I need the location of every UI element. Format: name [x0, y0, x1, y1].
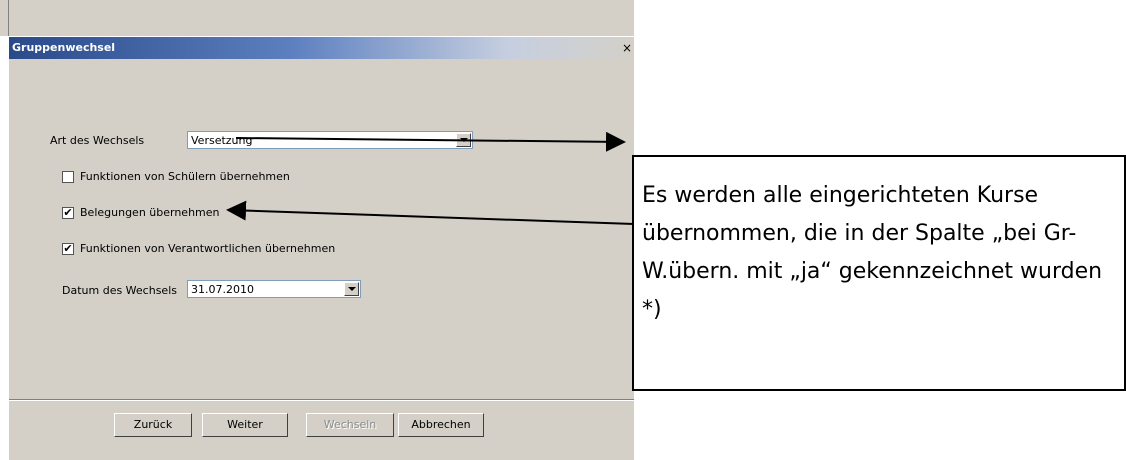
annotation-box: Es werden alle eingerichteten Kurse über…	[632, 155, 1126, 391]
funktionen-schueler-checkbox[interactable]	[62, 171, 74, 183]
belegungen-label: Belegungen übernehmen	[80, 206, 220, 219]
art-des-wechsels-label: Art des Wechsels	[50, 134, 145, 147]
funktionen-schueler-label: Funktionen von Schülern übernehmen	[80, 170, 290, 183]
dialog-title: Gruppenwechsel	[12, 41, 116, 54]
back-button[interactable]: Zurück	[114, 413, 192, 437]
art-des-wechsels-select[interactable]: Versetzung	[187, 131, 473, 149]
next-button[interactable]: Weiter	[202, 413, 288, 437]
button-separator	[9, 399, 634, 401]
art-des-wechsels-value: Versetzung	[191, 134, 253, 147]
belegungen-checkbox[interactable]: ✔	[62, 207, 74, 219]
chevron-down-icon[interactable]	[456, 133, 471, 147]
funktionen-verantwortliche-label: Funktionen von Verantwortlichen übernehm…	[80, 242, 336, 255]
annotation-text: Es werden alle eingerichteten Kurse über…	[642, 183, 1103, 322]
datum-des-wechsels-label: Datum des Wechsels	[62, 284, 177, 297]
dialog-titlebar: Gruppenwechsel ×	[9, 37, 634, 59]
datum-des-wechsels-select[interactable]: 31.07.2010	[187, 280, 361, 298]
background-window	[0, 0, 634, 36]
gruppenwechsel-dialog: Gruppenwechsel × Art des Wechsels Verset…	[8, 36, 634, 460]
chevron-down-icon[interactable]	[344, 282, 359, 296]
close-icon[interactable]: ×	[620, 41, 634, 55]
funktionen-verantwortliche-checkbox[interactable]: ✔	[62, 243, 74, 255]
datum-des-wechsels-value: 31.07.2010	[191, 283, 254, 296]
cancel-button[interactable]: Abbrechen	[398, 413, 484, 437]
switch-button[interactable]: Wechseln	[306, 413, 394, 437]
